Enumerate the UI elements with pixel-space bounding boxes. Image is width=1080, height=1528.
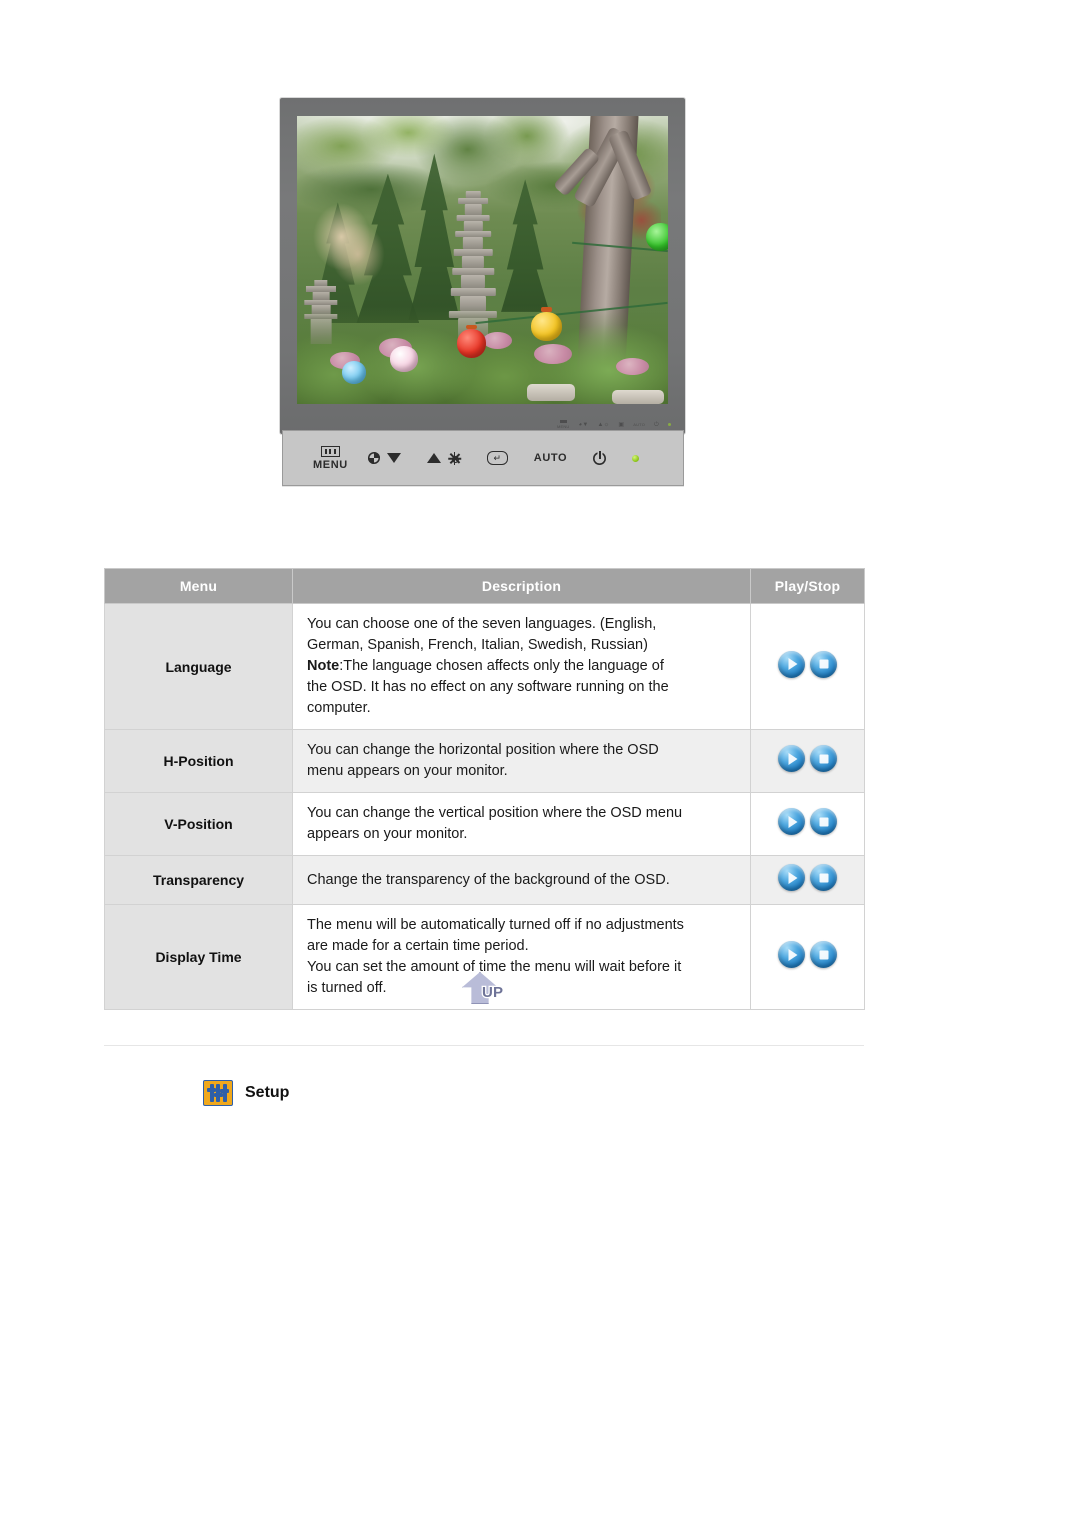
description-cell: You can choose one of the seven language…: [292, 602, 751, 731]
setup-sliders-icon: [203, 1080, 233, 1106]
menu-button[interactable]: MENU: [313, 445, 348, 471]
up-button-label: UP: [481, 983, 505, 1003]
menu-name-cell: Language: [104, 602, 293, 731]
contrast-down-button[interactable]: [367, 452, 401, 464]
note-label: Note: [307, 658, 340, 675]
scene-maple-tree: [311, 202, 387, 289]
power-indicator: [632, 454, 640, 462]
osd-menu-table: Menu Description Play/Stop Language You c…: [104, 568, 865, 1011]
table-header-row: Menu Description Play/Stop: [104, 568, 865, 604]
scene-lantern-cap: [466, 324, 478, 330]
monitor-button-panel-detail: MENU ↵ AUTO: [282, 430, 684, 486]
scene-lantern: [389, 346, 418, 373]
stop-button[interactable]: [810, 745, 837, 773]
brightness-icon: [447, 451, 461, 465]
table-row: V-Position You can change the vertical po…: [104, 792, 865, 857]
scene-blossom: [534, 343, 572, 364]
menu-name-cell: H-Position: [104, 729, 293, 794]
play-stop-button-pair: [778, 745, 837, 773]
menu-name-cell: Display Time: [104, 904, 293, 1011]
menu-name-cell: Transparency: [104, 855, 293, 906]
power-led-icon: [668, 423, 671, 426]
enter-icon: ▣: [618, 421, 625, 428]
play-stop-button-pair: [778, 864, 837, 892]
auto-button[interactable]: AUTO: [534, 452, 567, 464]
description-line: appears on your monitor.: [307, 826, 468, 843]
auto-button-label: AUTO: [533, 452, 568, 464]
table-row: H-Position You can change the horizontal …: [104, 729, 865, 794]
menu-icon: MENU: [557, 420, 570, 429]
column-header-menu: Menu: [104, 568, 293, 604]
monitor-illustration: MENU ◕▼ ▲☼ ▣ AUTO ⏻: [280, 98, 685, 434]
play-stop-cell: [750, 904, 865, 1011]
description-line: are made for a certain time period.: [307, 938, 529, 955]
play-button[interactable]: [778, 808, 805, 836]
play-button[interactable]: [778, 650, 805, 678]
play-button[interactable]: [778, 745, 805, 773]
play-stop-cell: [750, 602, 865, 731]
menu-button-label: MENU: [313, 458, 348, 471]
column-header-description: Description: [292, 568, 751, 604]
scene-lantern: [456, 329, 487, 358]
monitor-screen: [297, 116, 668, 404]
description-line: Change the transparency of the backgroun…: [307, 871, 670, 888]
note-line: :The language chosen affects only the la…: [339, 658, 664, 675]
power-button[interactable]: [593, 450, 606, 465]
description-line: German, Spanish, French, Italian, Swedis…: [307, 637, 648, 654]
description-cell: You can change the vertical position whe…: [292, 792, 751, 857]
play-stop-button-pair: [778, 650, 837, 678]
setup-label: Setup: [245, 1084, 290, 1101]
stop-button[interactable]: [810, 650, 837, 678]
enter-icon: ↵: [486, 451, 508, 465]
monitor-bezel: MENU ◕▼ ▲☼ ▣ AUTO ⏻: [280, 98, 685, 434]
scene-stone: [527, 383, 576, 402]
table-row: Language You can choose one of the seven …: [104, 602, 865, 731]
contrast-icon: ◕▼: [578, 421, 589, 428]
column-header-playstop: Play/Stop: [750, 568, 865, 604]
description-line: You can choose one of the seven language…: [307, 616, 657, 632]
up-button[interactable]: UP: [462, 972, 514, 1006]
description-line: The menu will be automatically turned of…: [307, 917, 684, 934]
play-button[interactable]: [778, 941, 805, 969]
note-line: the OSD. It has no effect on any softwar…: [307, 679, 669, 696]
brightness-up-button[interactable]: [426, 451, 461, 465]
play-stop-cell: [750, 792, 865, 857]
power-icon: ⏻: [654, 421, 659, 428]
note-line: computer.: [307, 700, 371, 717]
stop-button[interactable]: [810, 864, 837, 892]
power-led-icon: [632, 454, 640, 462]
play-stop-button-pair: [778, 941, 837, 969]
brightness-icon: ▲☼: [597, 421, 610, 428]
description-line: is turned off.: [307, 980, 387, 997]
scene-stone: [612, 389, 665, 404]
enter-button[interactable]: ↵: [486, 451, 508, 465]
description-cell: You can change the horizontal position w…: [292, 729, 751, 794]
description-line: You can change the horizontal position w…: [307, 742, 659, 759]
scene-lantern: [341, 360, 366, 384]
play-stop-button-pair: [778, 808, 837, 836]
description-cell: Change the transparency of the backgroun…: [292, 855, 751, 906]
power-icon: [593, 450, 606, 465]
table-row: Transparency Change the transparency of t…: [104, 855, 865, 906]
setup-section-heading: Setup: [203, 1080, 289, 1106]
menu-name-cell: V-Position: [104, 792, 293, 857]
arrow-down-icon: [386, 453, 401, 463]
stop-button[interactable]: [810, 808, 837, 836]
description-line: menu appears on your monitor.: [307, 763, 508, 780]
auto-label: AUTO: [633, 422, 646, 427]
contrast-icon: [367, 452, 380, 464]
play-button[interactable]: [778, 864, 805, 892]
description-line: You can change the vertical position whe…: [307, 805, 683, 822]
scene-lantern-cap: [541, 307, 553, 312]
play-stop-cell: [750, 855, 865, 906]
play-stop-cell: [750, 729, 865, 794]
scene-lantern: [530, 311, 563, 341]
description-cell: The menu will be automatically turned of…: [292, 904, 751, 1011]
stop-button[interactable]: [810, 941, 837, 969]
menu-icon: [320, 445, 340, 457]
arrow-up-icon: [426, 453, 441, 463]
monitor-bezel-mini-controls: MENU ◕▼ ▲☼ ▣ AUTO ⏻: [557, 420, 671, 429]
section-divider: [104, 1045, 864, 1046]
